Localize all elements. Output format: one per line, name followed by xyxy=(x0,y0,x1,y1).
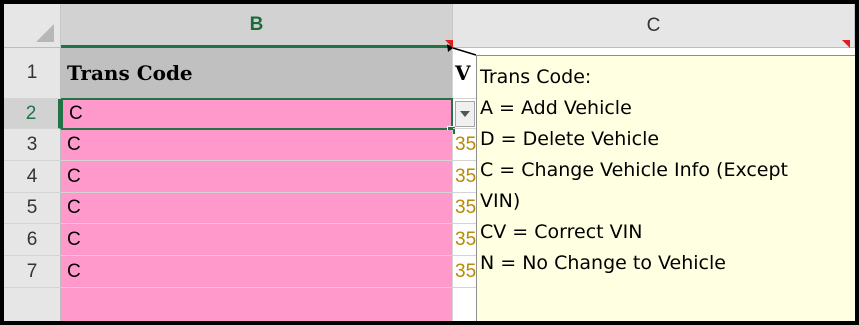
cell-comment: Trans Code: A = Add Vehicle D = Delete V… xyxy=(476,55,855,321)
comment-indicator-icon-c xyxy=(842,40,850,48)
comment-line: N = No Change to Vehicle xyxy=(480,252,726,274)
comment-line: A = Add Vehicle xyxy=(480,97,632,119)
comment-line: C = Change Vehicle Info (Except xyxy=(480,159,789,181)
comment-line: VIN) xyxy=(480,190,521,212)
comment-line: Trans Code: xyxy=(480,66,592,88)
comment-line: D = Delete Vehicle xyxy=(480,128,660,150)
comment-line: CV = Correct VIN xyxy=(480,221,643,243)
spreadsheet: B C 1 2 3 4 5 6 7 Trans Code C C C C C C… xyxy=(4,4,855,321)
